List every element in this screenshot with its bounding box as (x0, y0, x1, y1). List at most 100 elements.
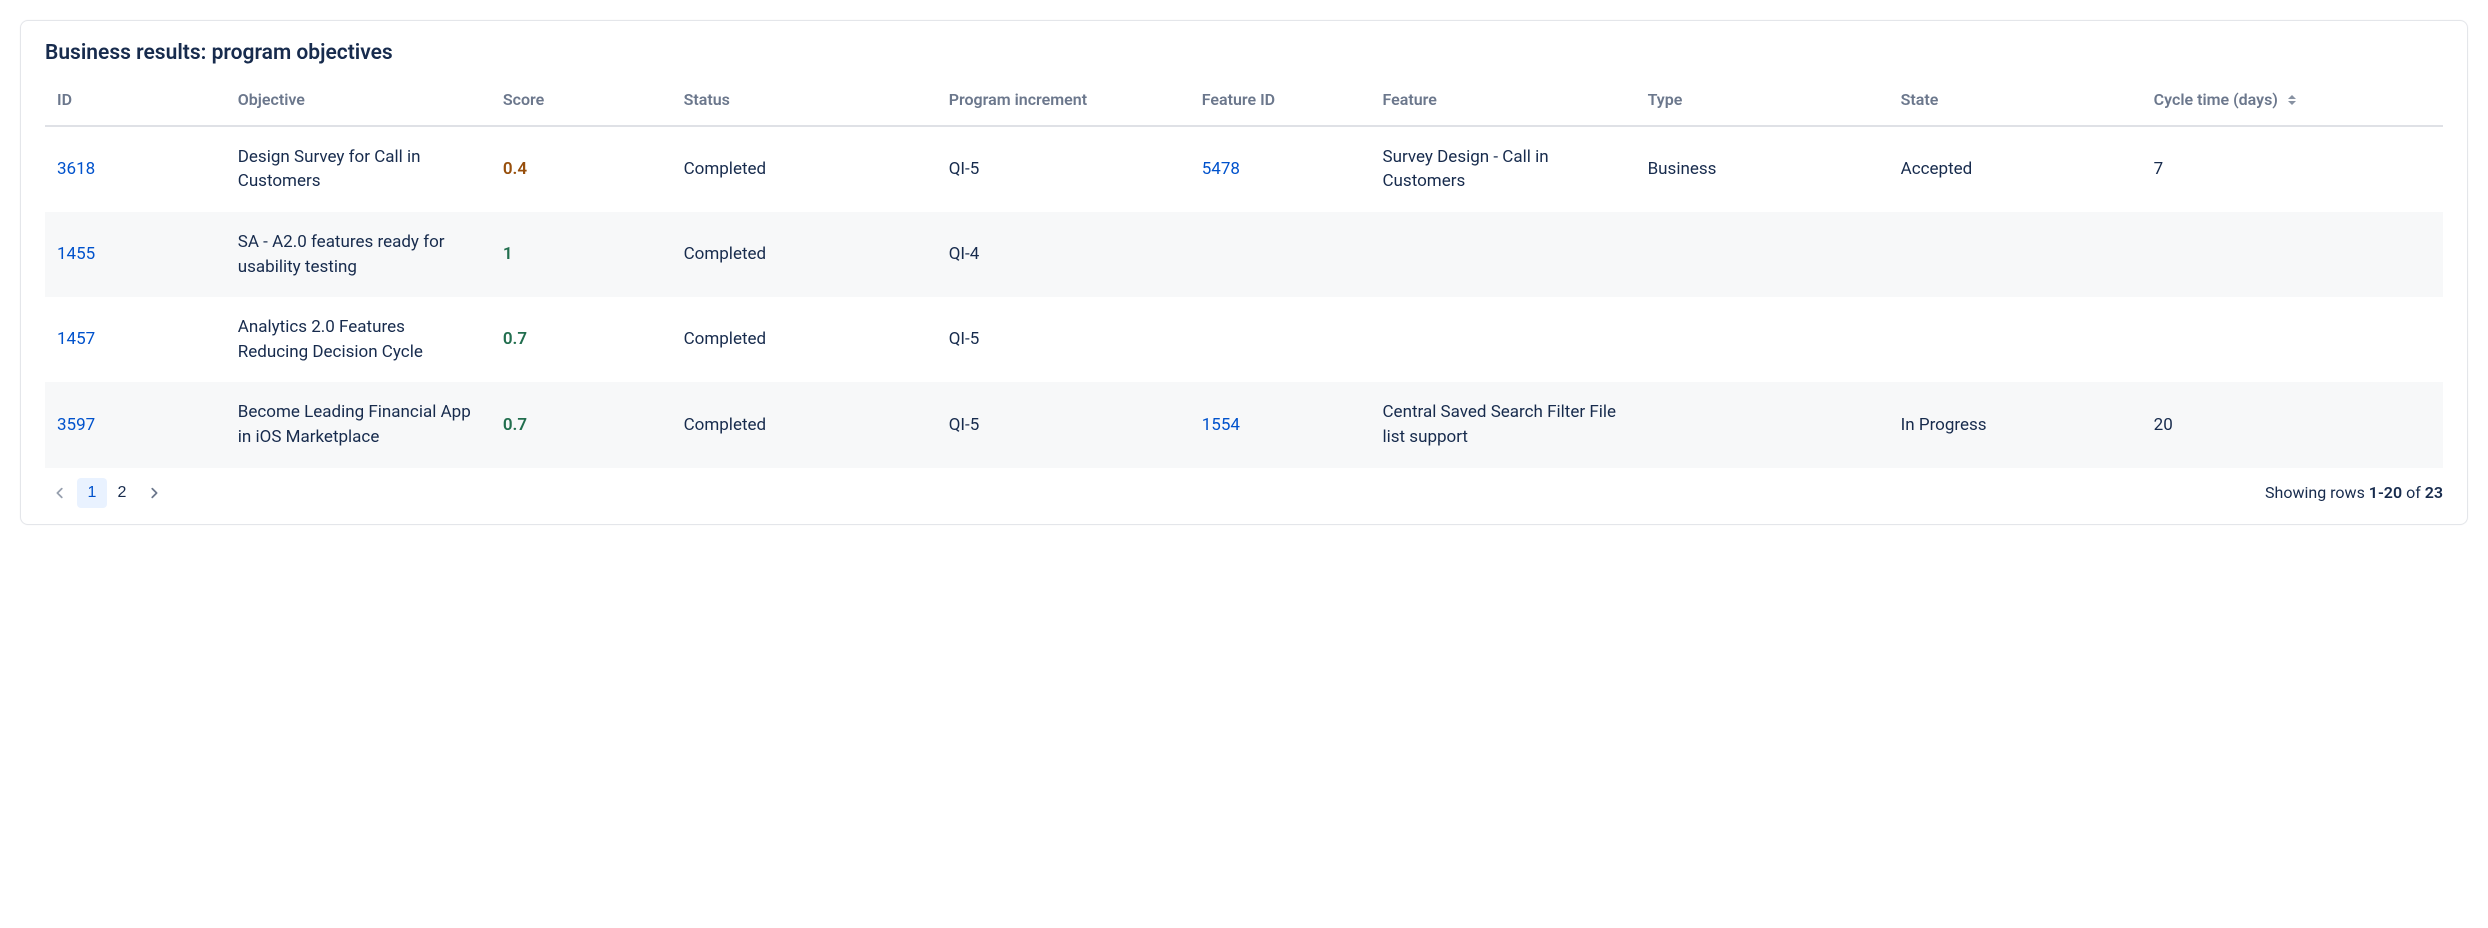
cell-objective: SA - A2.0 features ready for usability t… (238, 232, 445, 277)
cell-cycle-wrap (2142, 212, 2443, 297)
cell-feature-wrap: Central Saved Search Filter File list su… (1370, 382, 1635, 467)
feature-id-link[interactable]: 5478 (1202, 159, 1240, 179)
cell-pi-wrap: QI-5 (937, 126, 1190, 212)
col-objective[interactable]: Objective (226, 79, 491, 126)
cell-program-increment: QI-5 (949, 329, 980, 349)
objectives-panel: Business results: program objectives ID … (20, 20, 2468, 525)
score-value: 0.7 (503, 329, 527, 349)
objective-id-link[interactable]: 3618 (57, 159, 95, 179)
col-score[interactable]: Score (491, 79, 672, 126)
cell-state-wrap: Accepted (1889, 126, 2142, 212)
col-cycle-time[interactable]: Cycle time (days) (2142, 79, 2443, 126)
rows-summary-mid: of (2402, 483, 2425, 502)
cell-type-wrap: Business (1636, 126, 1889, 212)
rows-summary-prefix: Showing rows (2265, 483, 2369, 502)
cell-score: 1 (491, 212, 672, 297)
cell-score: 0.7 (491, 297, 672, 382)
cell-feature-id (1190, 212, 1371, 297)
cell-status-wrap: Completed (672, 297, 937, 382)
cell-pi-wrap: QI-4 (937, 212, 1190, 297)
cell-status: Completed (684, 244, 767, 264)
cell-status: Completed (684, 329, 767, 349)
rows-summary: Showing rows 1-20 of 23 (2265, 483, 2443, 502)
col-id[interactable]: ID (45, 79, 226, 126)
score-value: 1 (503, 244, 513, 264)
table-header-row: ID Objective Score Status Program increm… (45, 79, 2443, 126)
feature-id-link[interactable]: 1554 (1202, 415, 1240, 435)
cell-objective: Become Leading Financial App in iOS Mark… (238, 402, 471, 447)
cell-cycle-time: 20 (2154, 415, 2173, 435)
chevron-right-icon (147, 486, 161, 500)
cell-type: Business (1648, 159, 1717, 179)
cell-cycle-wrap (2142, 297, 2443, 382)
table-row: 1455 SA - A2.0 features ready for usabili… (45, 212, 2443, 297)
chevron-left-icon (53, 486, 67, 500)
cell-id: 3618 (45, 126, 226, 212)
cell-objective-wrap: SA - A2.0 features ready for usability t… (226, 212, 491, 297)
cell-id: 1455 (45, 212, 226, 297)
cell-program-increment: QI-4 (949, 244, 980, 264)
cell-type-wrap (1636, 212, 1889, 297)
col-program-increment[interactable]: Program increment (937, 79, 1190, 126)
cell-feature: Central Saved Search Filter File list su… (1382, 402, 1616, 447)
cell-objective: Design Survey for Call in Customers (238, 147, 421, 192)
cell-pi-wrap: QI-5 (937, 297, 1190, 382)
table-row: 1457 Analytics 2.0 Features Reducing Deci… (45, 297, 2443, 382)
cell-status: Completed (684, 415, 767, 435)
cell-score: 0.4 (491, 126, 672, 212)
table-row: 3597 Become Leading Financial App in iOS … (45, 382, 2443, 467)
cell-id: 3597 (45, 382, 226, 467)
pagination-next[interactable] (139, 478, 169, 508)
cell-cycle-time: 7 (2154, 159, 2164, 179)
cell-feature-id: 1554 (1190, 382, 1371, 467)
cell-score: 0.7 (491, 382, 672, 467)
score-value: 0.4 (503, 159, 527, 179)
panel-title: Business results: program objectives (45, 41, 2443, 65)
objective-id-link[interactable]: 1455 (57, 244, 95, 264)
pagination-page-1[interactable]: 1 (77, 478, 107, 508)
cell-pi-wrap: QI-5 (937, 382, 1190, 467)
col-status[interactable]: Status (672, 79, 937, 126)
cell-status-wrap: Completed (672, 126, 937, 212)
objective-id-link[interactable]: 3597 (57, 415, 95, 435)
objective-id-link[interactable]: 1457 (57, 329, 95, 349)
cell-feature-wrap: Survey Design - Call in Customers (1370, 126, 1635, 212)
col-state[interactable]: State (1889, 79, 2142, 126)
cell-objective-wrap: Become Leading Financial App in iOS Mark… (226, 382, 491, 467)
cell-state-wrap (1889, 297, 2142, 382)
col-feature-id[interactable]: Feature ID (1190, 79, 1371, 126)
cell-feature: Survey Design - Call in Customers (1382, 147, 1548, 192)
cell-cycle-wrap: 7 (2142, 126, 2443, 212)
col-type[interactable]: Type (1636, 79, 1889, 126)
cell-type-wrap (1636, 382, 1889, 467)
rows-summary-total: 23 (2425, 483, 2443, 502)
cell-feature-id: 5478 (1190, 126, 1371, 212)
cell-type-wrap (1636, 297, 1889, 382)
pagination-page-2[interactable]: 2 (107, 478, 137, 508)
cell-state-wrap: In Progress (1889, 382, 2142, 467)
cell-state: In Progress (1901, 415, 1987, 435)
objectives-table: ID Objective Score Status Program increm… (45, 79, 2443, 468)
cell-objective-wrap: Analytics 2.0 Features Reducing Decision… (226, 297, 491, 382)
pagination-prev[interactable] (45, 478, 75, 508)
cell-status: Completed (684, 159, 767, 179)
cell-objective-wrap: Design Survey for Call in Customers (226, 126, 491, 212)
cell-cycle-wrap: 20 (2142, 382, 2443, 467)
cell-program-increment: QI-5 (949, 159, 980, 179)
cell-feature-id (1190, 297, 1371, 382)
cell-status-wrap: Completed (672, 212, 937, 297)
cell-status-wrap: Completed (672, 382, 937, 467)
cell-objective: Analytics 2.0 Features Reducing Decision… (238, 317, 423, 362)
cell-state-wrap (1889, 212, 2142, 297)
table-row: 3618 Design Survey for Call in Customers 0… (45, 126, 2443, 212)
sort-icon (2288, 95, 2296, 105)
table-footer: 12 Showing rows 1-20 of 23 (45, 478, 2443, 508)
pagination: 12 (45, 478, 169, 508)
col-feature[interactable]: Feature (1370, 79, 1635, 126)
rows-summary-range: 1-20 (2369, 483, 2402, 502)
score-value: 0.7 (503, 415, 527, 435)
cell-feature-wrap (1370, 212, 1635, 297)
cell-feature-wrap (1370, 297, 1635, 382)
col-cycle-time-label: Cycle time (days) (2154, 89, 2278, 111)
cell-program-increment: QI-5 (949, 415, 980, 435)
